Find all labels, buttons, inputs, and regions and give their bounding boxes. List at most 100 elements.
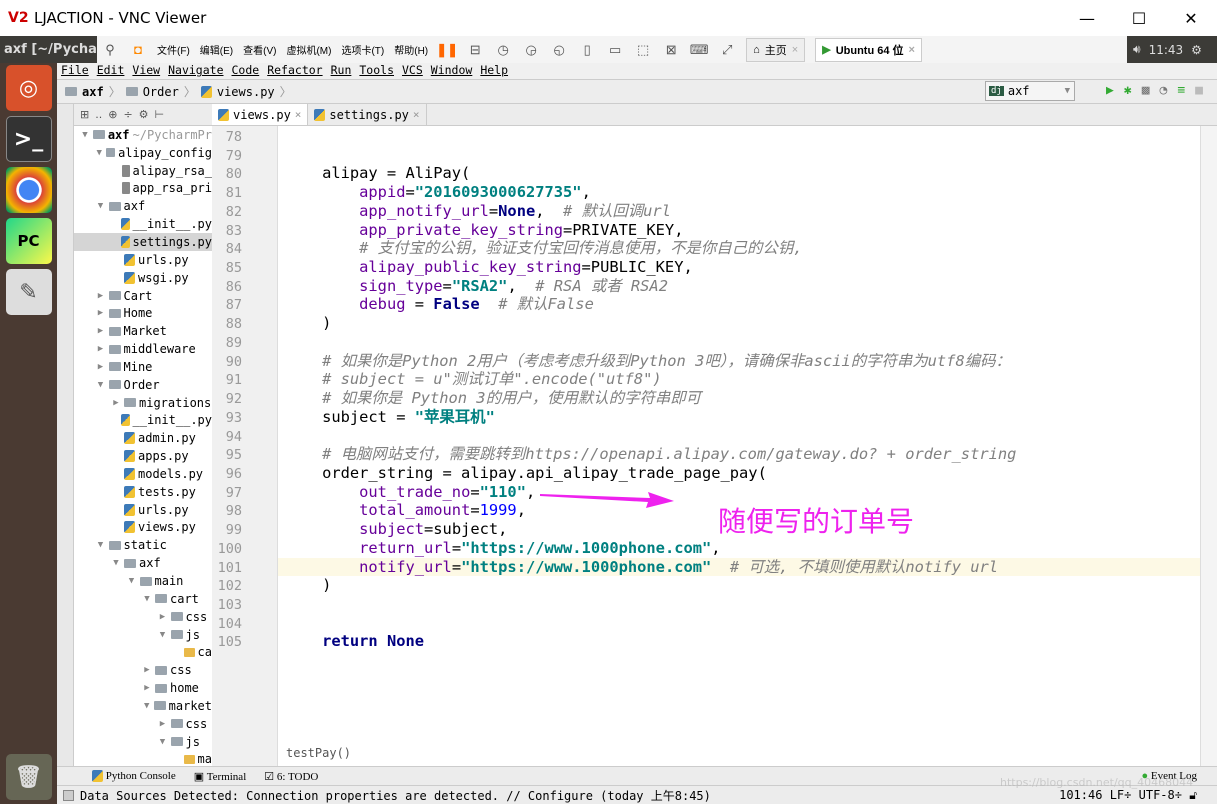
volume-icon[interactable]: 🔊︎ [1133, 42, 1141, 57]
tree-item[interactable]: admin.py [74, 429, 212, 447]
menu-refactor[interactable]: Refactor [263, 63, 326, 79]
tree-item[interactable]: app_rsa_pri [74, 180, 212, 198]
project-view-icon[interactable]: ⊞ [80, 108, 89, 121]
close-icon[interactable]: × [909, 44, 915, 56]
tree-item[interactable]: ▼ axf [74, 554, 212, 572]
tree-item[interactable]: ▼ alipay_config [74, 144, 212, 162]
debug-icon[interactable]: ✱ [1124, 83, 1132, 98]
expand-arrow-icon[interactable]: ▼ [96, 540, 106, 550]
close-icon[interactable]: × [295, 108, 302, 121]
expand-arrow-icon[interactable]: ▶ [111, 398, 121, 408]
tree-item[interactable]: alipay_rsa_ [74, 162, 212, 180]
python-console-button[interactable]: Python Console [92, 770, 176, 783]
expand-arrow-icon[interactable]: ▶ [96, 291, 106, 301]
tree-item[interactable]: views.py [74, 519, 212, 537]
tree-item[interactable]: settings.py [74, 233, 212, 251]
cursor-position[interactable]: 101:46 [1059, 788, 1102, 802]
terminal-launcher-icon[interactable]: >_ [5, 116, 52, 162]
tree-item[interactable]: ▶ middleware [74, 340, 212, 358]
expand-arrow-icon[interactable]: ▶ [96, 326, 106, 336]
pycharm-icon[interactable]: PC [5, 218, 52, 264]
line-separator[interactable]: LF÷ [1110, 788, 1132, 802]
tab-ubuntu[interactable]: ▶ Ubuntu 64 位 × [815, 37, 922, 62]
breadcrumb-project[interactable]: axf [82, 85, 104, 99]
menu-tools[interactable]: Tools [355, 63, 398, 79]
sidebar-icon[interactable]: ▯ [578, 41, 596, 59]
tree-item[interactable]: __init__.py [74, 215, 212, 233]
expand-arrow-icon[interactable]: ▼ [142, 594, 152, 604]
text-editor-icon[interactable]: ✎ [5, 269, 52, 315]
expand-arrow-icon[interactable]: ▼ [127, 576, 137, 586]
menu-code[interactable]: Code [228, 63, 264, 79]
editor-scrollbar[interactable] [1200, 126, 1217, 766]
expand-arrow-icon[interactable]: ▶ [96, 362, 106, 372]
tree-item[interactable]: apps.py [74, 447, 212, 465]
breadcrumb-file[interactable]: views.py [217, 85, 275, 99]
expand-arrow-icon[interactable]: ▼ [96, 380, 106, 390]
tree-item[interactable]: ▶ Cart [74, 287, 212, 305]
run-config-select[interactable]: dj axf ▼ [985, 81, 1075, 101]
tree-item[interactable]: urls.py [74, 251, 212, 269]
vnc-menu-file[interactable]: 文件(F) [157, 42, 190, 57]
snapshot-icon[interactable]: ◷ [494, 41, 512, 59]
tree-item[interactable]: ▼ Order [74, 376, 212, 394]
todo-button[interactable]: ☑ 6: TODO [264, 770, 318, 783]
close-icon[interactable]: ✕ [1165, 0, 1217, 36]
tree-item[interactable]: ▼ axf ~/PycharmPr [74, 126, 212, 144]
coverage-icon[interactable]: ▩ [1142, 83, 1150, 98]
tree-item[interactable]: ▶ css [74, 715, 212, 733]
menu-file[interactable]: File [57, 63, 93, 79]
menu-window[interactable]: Window [427, 63, 477, 79]
editor-breadcrumb[interactable]: testPay() [286, 746, 351, 760]
tab-settings-py[interactable]: settings.py × [308, 104, 427, 125]
status-toggle-icon[interactable] [63, 789, 74, 801]
lock-icon[interactable]: 🔓︎ [1189, 788, 1197, 802]
tree-item[interactable]: ▼ js [74, 626, 212, 644]
vnc-menu-tabs[interactable]: 选项卡(T) [341, 42, 384, 57]
file-encoding[interactable]: UTF-8÷ [1139, 788, 1182, 802]
ubuntu-dash-icon[interactable]: ◎ [5, 65, 52, 111]
tree-item[interactable]: ▼ axf [74, 197, 212, 215]
terminal-button[interactable]: ▣ Terminal [194, 770, 247, 783]
fullscreen-icon[interactable]: ⬚ [634, 41, 652, 59]
stretch-icon[interactable]: ⤢ [718, 41, 736, 59]
scroll-from-source-icon[interactable]: ⊕ [108, 108, 117, 121]
tab-home[interactable]: ⌂ 主页 × [746, 37, 806, 62]
snapshot-manager-icon[interactable]: ◵ [550, 41, 568, 59]
menu-edit[interactable]: Edit [93, 63, 129, 79]
vnc-menu-edit[interactable]: 编辑(E) [200, 42, 233, 57]
tree-item[interactable]: ▶ Home [74, 304, 212, 322]
concurrency-icon[interactable]: ≡ [1177, 83, 1185, 98]
expand-arrow-icon[interactable]: ▼ [111, 558, 121, 568]
status-message[interactable]: Data Sources Detected: Connection proper… [80, 787, 711, 804]
expand-arrow-icon[interactable]: ▶ [158, 612, 168, 622]
minimize-icon[interactable]: — [1061, 0, 1113, 36]
tree-item[interactable]: ma [74, 751, 212, 766]
expand-arrow-icon[interactable]: ▼ [158, 630, 168, 640]
gear-icon[interactable]: ⚙ [1191, 43, 1202, 57]
tree-item[interactable]: ▼ static [74, 536, 212, 554]
tree-item[interactable]: tests.py [74, 483, 212, 501]
tree-item[interactable]: ▼ main [74, 572, 212, 590]
network-icon[interactable]: ⊟ [466, 41, 484, 59]
tree-item[interactable]: ca [74, 643, 212, 661]
expand-arrow-icon[interactable]: ▶ [96, 344, 106, 354]
gear-icon[interactable]: ⚙ [139, 108, 149, 121]
expand-arrow-icon[interactable]: ▼ [96, 201, 106, 211]
tab-views-py[interactable]: views.py × [212, 104, 309, 125]
run-icon[interactable]: ▶ [1106, 83, 1114, 98]
vnc-menu-vm[interactable]: 虚拟机(M) [286, 42, 331, 57]
tree-item[interactable]: ▼ js [74, 733, 212, 751]
tree-item[interactable]: ▶ css [74, 661, 212, 679]
breadcrumb-folder[interactable]: Order [143, 85, 179, 99]
pin-icon[interactable]: ⚲ [101, 41, 119, 59]
tree-item[interactable]: ▶ home [74, 679, 212, 697]
code-editor[interactable]: alipay = AliPay( appid="2016093000627735… [278, 126, 1200, 766]
tree-item[interactable]: models.py [74, 465, 212, 483]
terminal-icon[interactable]: ⌨ [690, 41, 709, 59]
tree-item[interactable]: ▶ css [74, 608, 212, 626]
profile-icon[interactable]: ◔ [1160, 83, 1168, 98]
collapse-icon[interactable]: ÷ [123, 108, 132, 121]
expand-arrow-icon[interactable]: ▼ [80, 130, 90, 140]
stop-icon[interactable]: ■ [1195, 83, 1203, 98]
